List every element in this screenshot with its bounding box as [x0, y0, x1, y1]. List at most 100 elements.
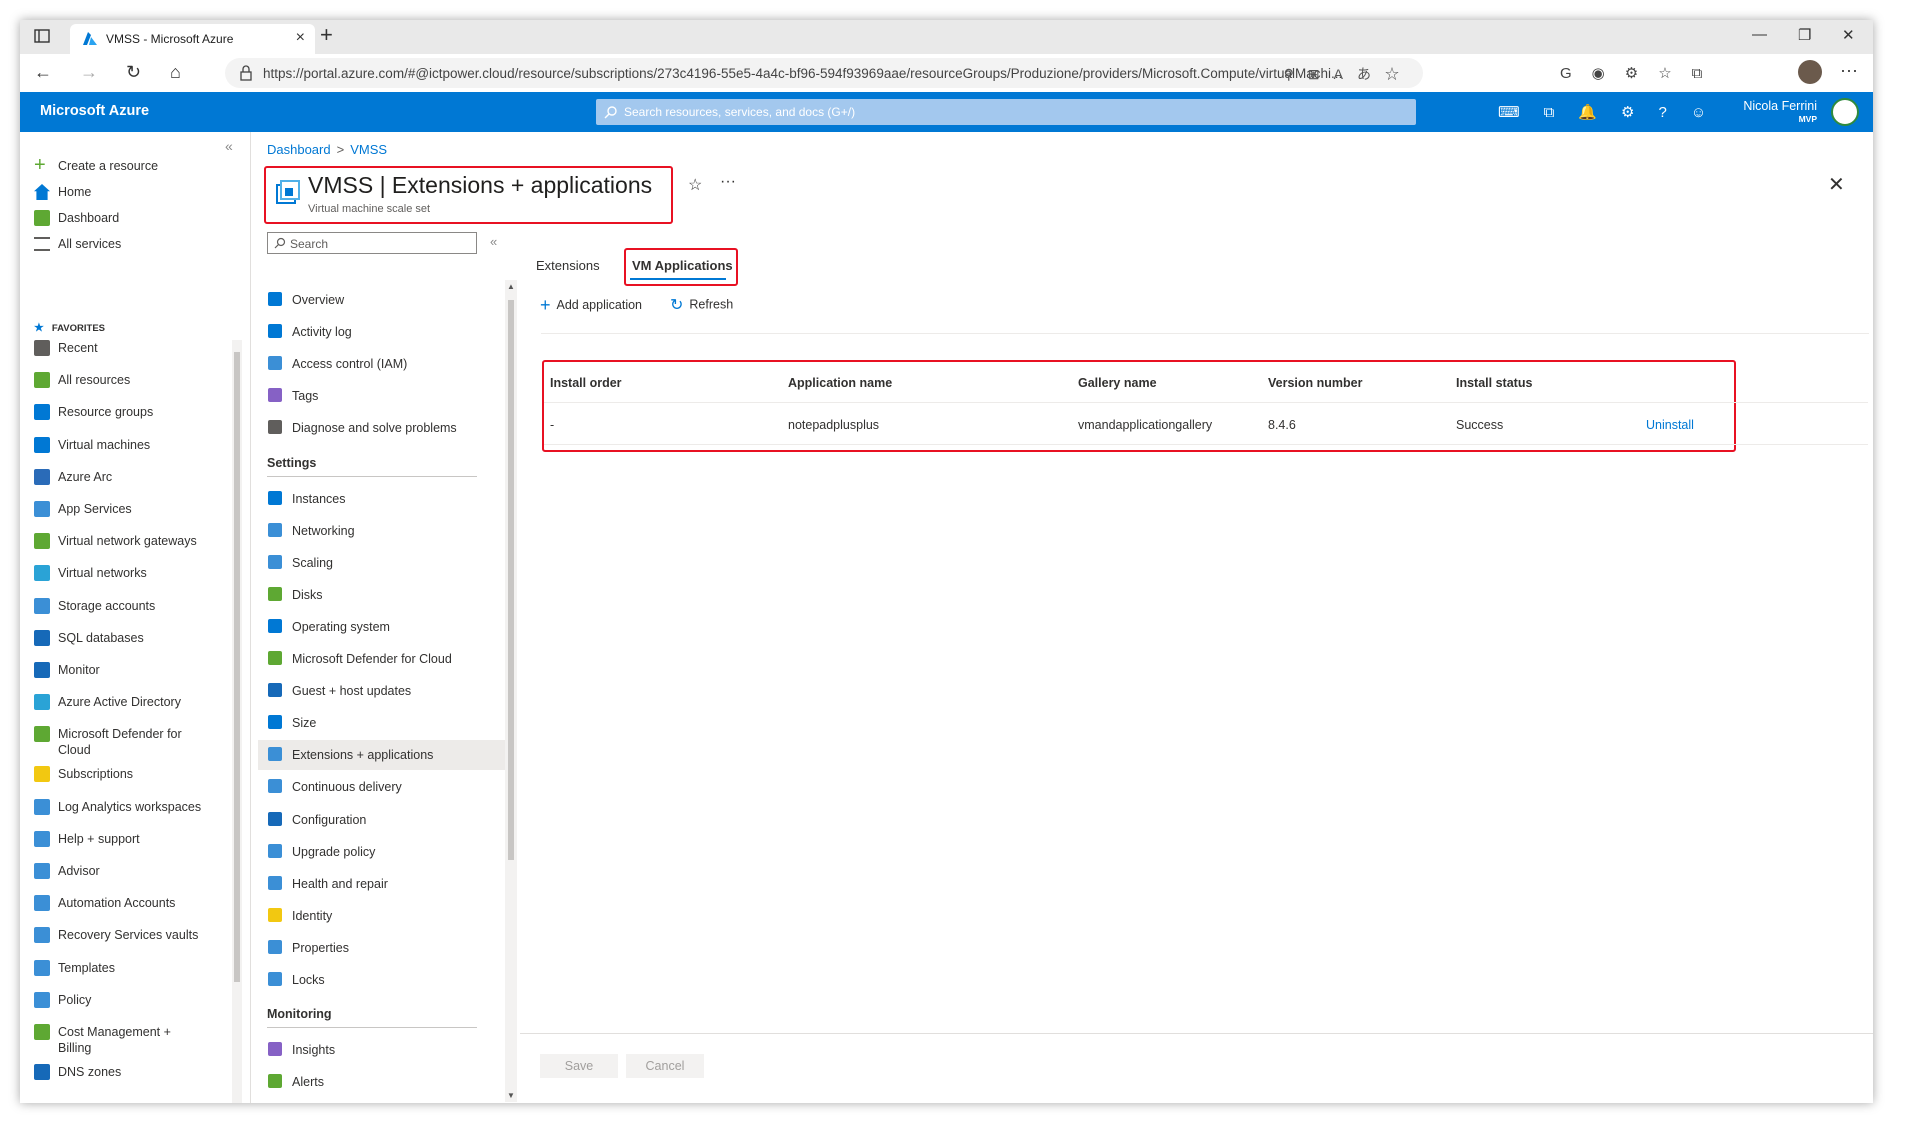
menu-item-instances[interactable]: Instances [258, 484, 512, 514]
menu-item-access-control-iam[interactable]: Access control (IAM) [258, 349, 512, 379]
left-nav-item-templates[interactable]: Templates [34, 959, 115, 984]
browser-extensions-icon[interactable]: G◉⚙☆⧉ [1560, 64, 1722, 82]
all-services-link[interactable]: All services [34, 236, 121, 260]
cancel-button[interactable]: Cancel [626, 1054, 704, 1078]
column-install-order[interactable]: Install order [550, 376, 622, 390]
sql-icon [34, 629, 50, 646]
add-application-button[interactable]: + Add application [540, 295, 642, 316]
left-nav-item-virtual-network-gateways[interactable]: Virtual network gateways [34, 533, 197, 557]
menu-item-microsoft-defender-for-cloud[interactable]: Microsoft Defender for Cloud [258, 644, 512, 674]
home-icon[interactable]: ⌂ [170, 62, 181, 83]
tab-vm-applications[interactable]: VM Applications [632, 258, 733, 273]
left-nav-item-subscriptions[interactable]: Subscriptions [34, 766, 133, 790]
url-field[interactable]: https://portal.azure.com/#@ictpower.clou… [225, 58, 1423, 88]
user-badge: MVP [1798, 114, 1817, 124]
menu-item-identity[interactable]: Identity [258, 901, 512, 931]
reload-icon[interactable]: ↻ [126, 62, 141, 83]
azure-brand[interactable]: Microsoft Azure [40, 103, 149, 119]
left-nav-item-virtual-machines[interactable]: Virtual machines [34, 436, 150, 461]
favorite-star-icon[interactable]: ☆ [688, 175, 702, 195]
refresh-button[interactable]: ↻ Refresh [670, 295, 733, 315]
left-nav-item-help-support[interactable]: Help + support [34, 830, 140, 855]
resource-menu-scrollbar[interactable]: ▲ ▼ [505, 280, 517, 1102]
menu-item-insights[interactable]: Insights [258, 1035, 512, 1065]
left-nav-scrollbar[interactable] [232, 340, 242, 1103]
menu-item-metrics[interactable]: Metrics [258, 1099, 512, 1103]
window-menu-icon[interactable] [34, 28, 50, 44]
column-application-name[interactable]: Application name [788, 376, 892, 390]
left-nav-item-azure-active-directory[interactable]: Azure Active Directory [34, 694, 181, 718]
user-account[interactable]: Nicola Ferrini MVP [1743, 99, 1817, 124]
forward-icon[interactable]: → [80, 62, 98, 83]
menu-item-disks[interactable]: Disks [258, 580, 512, 610]
left-nav-item-cost-management[interactable]: Cost Management + Billing [34, 1024, 171, 1058]
collapse-nav-icon[interactable]: « [225, 138, 233, 154]
left-nav-item-log-analytics-workspaces[interactable]: Log Analytics workspaces [34, 798, 201, 823]
tag-icon [268, 388, 282, 403]
menu-item-continuous-delivery[interactable]: Continuous delivery [258, 772, 512, 802]
left-nav-item-microsoft-defender-for[interactable]: Microsoft Defender for Cloud [34, 726, 182, 760]
close-blade-icon[interactable]: ✕ [1828, 172, 1845, 197]
breadcrumb-dashboard[interactable]: Dashboard [267, 142, 331, 157]
left-nav-item-virtual-networks[interactable]: Virtual networks [34, 565, 147, 589]
automation-icon [34, 895, 50, 912]
new-tab-icon[interactable]: + [320, 22, 333, 48]
left-nav-item-app-services[interactable]: App Services [34, 501, 132, 525]
back-icon[interactable]: ← [34, 62, 52, 83]
left-nav-item-dns-zones[interactable]: DNS zones [34, 1064, 121, 1088]
create-resource-link[interactable]: + Create a resource [34, 155, 158, 182]
menu-item-operating-system[interactable]: Operating system [258, 612, 512, 642]
left-nav-item-monitor[interactable]: Monitor [34, 662, 100, 686]
menu-item-diagnose-and-solve-problems[interactable]: Diagnose and solve problems [258, 413, 512, 443]
restore-icon[interactable]: ❐ [1798, 26, 1811, 44]
menu-item-scaling[interactable]: Scaling [258, 548, 512, 578]
menu-item-size[interactable]: Size [258, 708, 512, 738]
browser-tab[interactable]: VMSS - Microsoft Azure × [70, 24, 315, 54]
more-options-icon[interactable]: ··· [720, 173, 736, 191]
breadcrumb-vmss[interactable]: VMSS [350, 142, 387, 157]
column-version-number[interactable]: Version number [1268, 376, 1362, 390]
browser-more-icon[interactable]: ··· [1840, 60, 1858, 81]
menu-item-health-and-repair[interactable]: Health and repair [258, 869, 512, 899]
advisor-icon [34, 863, 50, 879]
menu-item-extensions-applications[interactable]: Extensions + applications [258, 740, 512, 771]
dashboard-link[interactable]: Dashboard [34, 210, 119, 234]
header-toolbar-icons[interactable]: ⌨⧉🔔⚙?☺ [1498, 103, 1730, 121]
left-nav-item-storage-accounts[interactable]: Storage accounts [34, 597, 155, 622]
close-tab-icon[interactable]: × [296, 29, 305, 47]
resource-menu-search-input[interactable]: Search [267, 232, 477, 254]
menu-item-alerts[interactable]: Alerts [258, 1067, 512, 1097]
uninstall-link[interactable]: Uninstall [1646, 418, 1694, 432]
save-button[interactable]: Save [540, 1054, 618, 1078]
menu-item-guest-host-updates[interactable]: Guest + host updates [258, 676, 512, 706]
menu-item-overview[interactable]: Overview [258, 285, 512, 315]
menu-item-locks[interactable]: Locks [258, 965, 512, 995]
browser-profile-avatar[interactable] [1798, 60, 1822, 84]
menu-item-upgrade-policy[interactable]: Upgrade policy [258, 837, 512, 867]
minimize-icon[interactable]: — [1752, 26, 1767, 43]
left-nav-item-recovery-services-vaults[interactable]: Recovery Services vaults [34, 927, 198, 951]
menu-item-configuration[interactable]: Configuration [258, 805, 512, 835]
left-nav-item-advisor[interactable]: Advisor [34, 863, 100, 887]
column-install-status[interactable]: Install status [1456, 376, 1532, 390]
left-nav-item-policy[interactable]: Policy [34, 991, 91, 1016]
close-window-icon[interactable]: ✕ [1842, 26, 1855, 44]
tab-extensions[interactable]: Extensions [536, 258, 600, 273]
url-actions-icon[interactable]: ⚲⊞Aあ☆ [1284, 64, 1413, 84]
menu-item-activity-log[interactable]: Activity log [258, 317, 512, 347]
menu-item-properties[interactable]: Properties [258, 933, 512, 963]
vnet-icon [34, 565, 50, 582]
user-avatar[interactable] [1831, 98, 1859, 126]
left-nav-item-resource-groups[interactable]: Resource groups [34, 404, 153, 428]
column-gallery-name[interactable]: Gallery name [1078, 376, 1157, 390]
home-link[interactable]: Home [34, 184, 91, 208]
left-nav-item-sql-databases[interactable]: SQL databases [34, 629, 144, 654]
global-search-input[interactable]: Search resources, services, and docs (G+… [596, 99, 1416, 125]
menu-item-networking[interactable]: Networking [258, 516, 512, 546]
left-nav-item-azure-arc[interactable]: Azure Arc [34, 468, 112, 493]
left-nav-item-recent[interactable]: Recent [34, 340, 98, 364]
collapse-menu-icon[interactable]: « [490, 234, 497, 249]
left-nav-item-automation-accounts[interactable]: Automation Accounts [34, 895, 175, 919]
menu-item-tags[interactable]: Tags [258, 381, 512, 411]
left-nav-item-all-resources[interactable]: All resources [34, 372, 130, 396]
